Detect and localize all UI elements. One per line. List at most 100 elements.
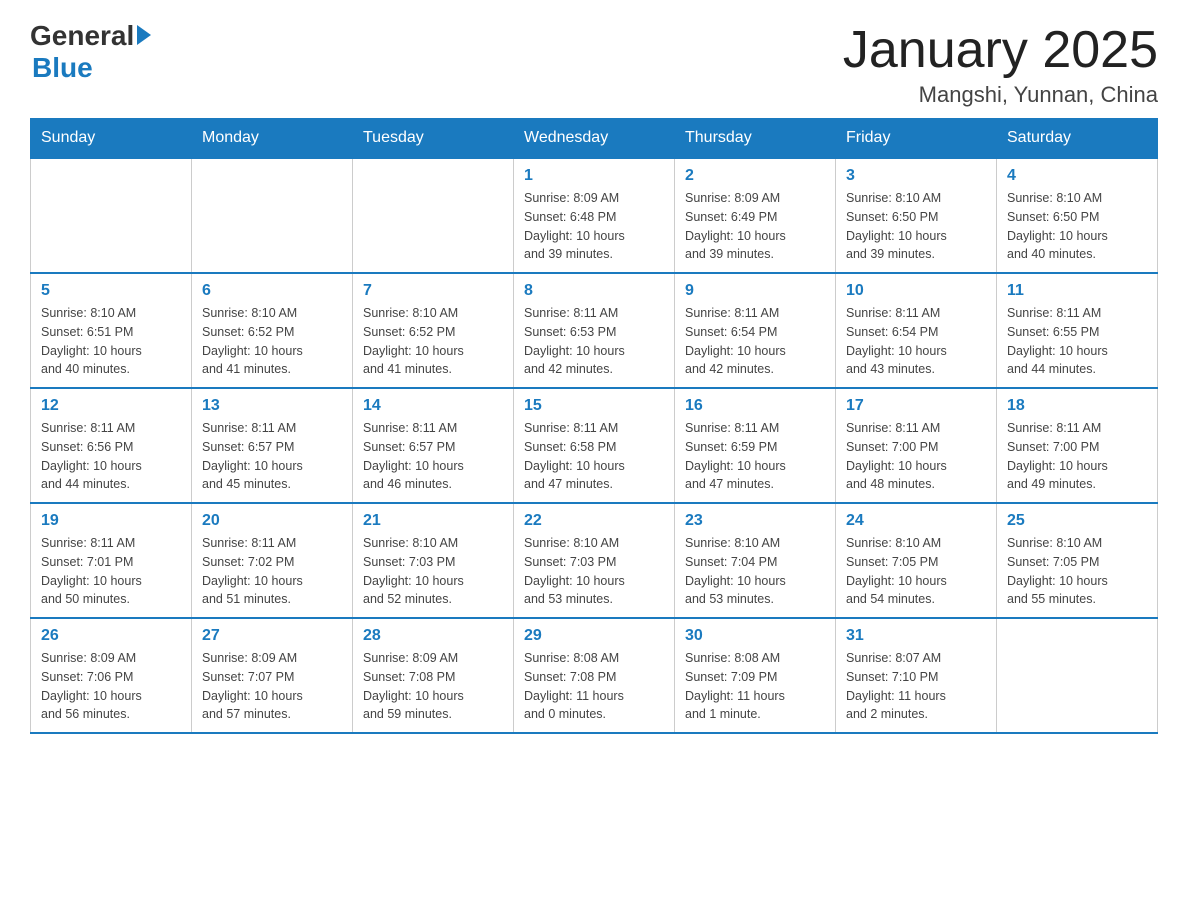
- day-number: 14: [363, 397, 503, 415]
- calendar-cell: 9 Sunrise: 8:11 AM Sunset: 6:54 PM Daylig…: [675, 273, 836, 388]
- day-info: Sunrise: 8:11 AM Sunset: 6:56 PM Dayligh…: [41, 419, 181, 494]
- day-info: Sunrise: 8:11 AM Sunset: 6:53 PM Dayligh…: [524, 304, 664, 379]
- calendar-cell: 20Sunrise: 8:11 AM Sunset: 7:02 PM Dayli…: [192, 503, 353, 618]
- calendar-cell: [31, 158, 192, 273]
- calendar-week-row: 19Sunrise: 8:11 AM Sunset: 7:01 PM Dayli…: [31, 503, 1158, 618]
- column-header-monday: Monday: [192, 119, 353, 159]
- day-info: Sunrise: 8:10 AM Sunset: 6:52 PM Dayligh…: [363, 304, 503, 379]
- day-number: 29: [524, 627, 664, 645]
- calendar-cell: 11Sunrise: 8:11 AM Sunset: 6:55 PM Dayli…: [997, 273, 1158, 388]
- day-number: 13: [202, 397, 342, 415]
- day-number: 16: [685, 397, 825, 415]
- day-info: Sunrise: 8:09 AM Sunset: 6:48 PM Dayligh…: [524, 189, 664, 264]
- day-number: 4: [1007, 167, 1147, 185]
- day-info: Sunrise: 8:11 AM Sunset: 6:54 PM Dayligh…: [685, 304, 825, 379]
- day-info: Sunrise: 8:10 AM Sunset: 6:50 PM Dayligh…: [1007, 189, 1147, 264]
- day-info: Sunrise: 8:10 AM Sunset: 7:04 PM Dayligh…: [685, 534, 825, 609]
- calendar-cell: 6Sunrise: 8:10 AM Sunset: 6:52 PM Daylig…: [192, 273, 353, 388]
- day-info: Sunrise: 8:11 AM Sunset: 7:01 PM Dayligh…: [41, 534, 181, 609]
- calendar-week-row: 5Sunrise: 8:10 AM Sunset: 6:51 PM Daylig…: [31, 273, 1158, 388]
- day-info: Sunrise: 8:07 AM Sunset: 7:10 PM Dayligh…: [846, 649, 986, 724]
- day-number: 12: [41, 397, 181, 415]
- day-number: 27: [202, 627, 342, 645]
- day-info: Sunrise: 8:10 AM Sunset: 6:50 PM Dayligh…: [846, 189, 986, 264]
- calendar-cell: 14 Sunrise: 8:11 AM Sunset: 6:57 PM Dayli…: [353, 388, 514, 503]
- calendar-cell: 27 Sunrise: 8:09 AM Sunset: 7:07 PM Dayli…: [192, 618, 353, 733]
- day-info: Sunrise: 8:11 AM Sunset: 6:59 PM Dayligh…: [685, 419, 825, 494]
- day-number: 9: [685, 282, 825, 300]
- day-info: Sunrise: 8:08 AM Sunset: 7:09 PM Dayligh…: [685, 649, 825, 724]
- day-info: Sunrise: 8:09 AM Sunset: 6:49 PM Dayligh…: [685, 189, 825, 264]
- day-number: 22: [524, 512, 664, 530]
- day-info: Sunrise: 8:10 AM Sunset: 7:05 PM Dayligh…: [1007, 534, 1147, 609]
- day-info: Sunrise: 8:11 AM Sunset: 6:58 PM Dayligh…: [524, 419, 664, 494]
- day-info: Sunrise: 8:11 AM Sunset: 6:54 PM Dayligh…: [846, 304, 986, 379]
- calendar-cell: 3 Sunrise: 8:10 AM Sunset: 6:50 PM Daylig…: [836, 158, 997, 273]
- day-number: 2: [685, 167, 825, 185]
- day-number: 5: [41, 282, 181, 300]
- day-number: 3: [846, 167, 986, 185]
- day-number: 15: [524, 397, 664, 415]
- location-title: Mangshi, Yunnan, China: [843, 82, 1158, 108]
- day-info: Sunrise: 8:09 AM Sunset: 7:06 PM Dayligh…: [41, 649, 181, 724]
- calendar-cell: 23 Sunrise: 8:10 AM Sunset: 7:04 PM Dayli…: [675, 503, 836, 618]
- calendar-cell: 1 Sunrise: 8:09 AM Sunset: 6:48 PM Daylig…: [514, 158, 675, 273]
- day-number: 18: [1007, 397, 1147, 415]
- calendar-cell: 31Sunrise: 8:07 AM Sunset: 7:10 PM Dayli…: [836, 618, 997, 733]
- calendar-cell: 4 Sunrise: 8:10 AM Sunset: 6:50 PM Daylig…: [997, 158, 1158, 273]
- logo: General Blue: [30, 20, 151, 84]
- day-number: 1: [524, 167, 664, 185]
- day-info: Sunrise: 8:10 AM Sunset: 7:05 PM Dayligh…: [846, 534, 986, 609]
- column-header-sunday: Sunday: [31, 119, 192, 159]
- calendar-cell: 13 Sunrise: 8:11 AM Sunset: 6:57 PM Dayli…: [192, 388, 353, 503]
- day-info: Sunrise: 8:10 AM Sunset: 7:03 PM Dayligh…: [524, 534, 664, 609]
- calendar-week-row: 26Sunrise: 8:09 AM Sunset: 7:06 PM Dayli…: [31, 618, 1158, 733]
- day-number: 28: [363, 627, 503, 645]
- logo-arrow-icon: [137, 25, 151, 45]
- day-info: Sunrise: 8:11 AM Sunset: 7:00 PM Dayligh…: [1007, 419, 1147, 494]
- calendar-header-row: SundayMondayTuesdayWednesdayThursdayFrid…: [31, 119, 1158, 159]
- column-header-friday: Friday: [836, 119, 997, 159]
- title-block: January 2025 Mangshi, Yunnan, China: [843, 20, 1158, 108]
- calendar-cell: 22 Sunrise: 8:10 AM Sunset: 7:03 PM Dayli…: [514, 503, 675, 618]
- page-header: General Blue January 2025 Mangshi, Yunna…: [30, 20, 1158, 108]
- day-number: 25: [1007, 512, 1147, 530]
- column-header-tuesday: Tuesday: [353, 119, 514, 159]
- day-info: Sunrise: 8:11 AM Sunset: 6:57 PM Dayligh…: [202, 419, 342, 494]
- day-info: Sunrise: 8:09 AM Sunset: 7:07 PM Dayligh…: [202, 649, 342, 724]
- logo-blue-text: Blue: [32, 52, 93, 84]
- day-number: 8: [524, 282, 664, 300]
- day-number: 21: [363, 512, 503, 530]
- logo-general-text: General: [30, 20, 134, 52]
- day-info: Sunrise: 8:11 AM Sunset: 6:55 PM Dayligh…: [1007, 304, 1147, 379]
- calendar-cell: 5Sunrise: 8:10 AM Sunset: 6:51 PM Daylig…: [31, 273, 192, 388]
- day-info: Sunrise: 8:08 AM Sunset: 7:08 PM Dayligh…: [524, 649, 664, 724]
- calendar-cell: 26Sunrise: 8:09 AM Sunset: 7:06 PM Dayli…: [31, 618, 192, 733]
- day-info: Sunrise: 8:11 AM Sunset: 6:57 PM Dayligh…: [363, 419, 503, 494]
- calendar-cell: 29 Sunrise: 8:08 AM Sunset: 7:08 PM Dayli…: [514, 618, 675, 733]
- calendar-cell: 7 Sunrise: 8:10 AM Sunset: 6:52 PM Daylig…: [353, 273, 514, 388]
- day-number: 7: [363, 282, 503, 300]
- calendar-cell: 21 Sunrise: 8:10 AM Sunset: 7:03 PM Dayli…: [353, 503, 514, 618]
- column-header-wednesday: Wednesday: [514, 119, 675, 159]
- calendar-cell: 30Sunrise: 8:08 AM Sunset: 7:09 PM Dayli…: [675, 618, 836, 733]
- calendar-table: SundayMondayTuesdayWednesdayThursdayFrid…: [30, 118, 1158, 734]
- day-info: Sunrise: 8:10 AM Sunset: 7:03 PM Dayligh…: [363, 534, 503, 609]
- column-header-thursday: Thursday: [675, 119, 836, 159]
- day-info: Sunrise: 8:10 AM Sunset: 6:52 PM Dayligh…: [202, 304, 342, 379]
- calendar-cell: [353, 158, 514, 273]
- calendar-cell: [192, 158, 353, 273]
- day-info: Sunrise: 8:11 AM Sunset: 7:02 PM Dayligh…: [202, 534, 342, 609]
- day-number: 23: [685, 512, 825, 530]
- calendar-cell: 17Sunrise: 8:11 AM Sunset: 7:00 PM Dayli…: [836, 388, 997, 503]
- calendar-cell: 25 Sunrise: 8:10 AM Sunset: 7:05 PM Dayli…: [997, 503, 1158, 618]
- calendar-cell: 10Sunrise: 8:11 AM Sunset: 6:54 PM Dayli…: [836, 273, 997, 388]
- calendar-cell: 19Sunrise: 8:11 AM Sunset: 7:01 PM Dayli…: [31, 503, 192, 618]
- calendar-week-row: 1 Sunrise: 8:09 AM Sunset: 6:48 PM Daylig…: [31, 158, 1158, 273]
- calendar-week-row: 12 Sunrise: 8:11 AM Sunset: 6:56 PM Dayli…: [31, 388, 1158, 503]
- calendar-cell: 8 Sunrise: 8:11 AM Sunset: 6:53 PM Daylig…: [514, 273, 675, 388]
- column-header-saturday: Saturday: [997, 119, 1158, 159]
- calendar-cell: 24Sunrise: 8:10 AM Sunset: 7:05 PM Dayli…: [836, 503, 997, 618]
- calendar-cell: 16 Sunrise: 8:11 AM Sunset: 6:59 PM Dayli…: [675, 388, 836, 503]
- day-info: Sunrise: 8:11 AM Sunset: 7:00 PM Dayligh…: [846, 419, 986, 494]
